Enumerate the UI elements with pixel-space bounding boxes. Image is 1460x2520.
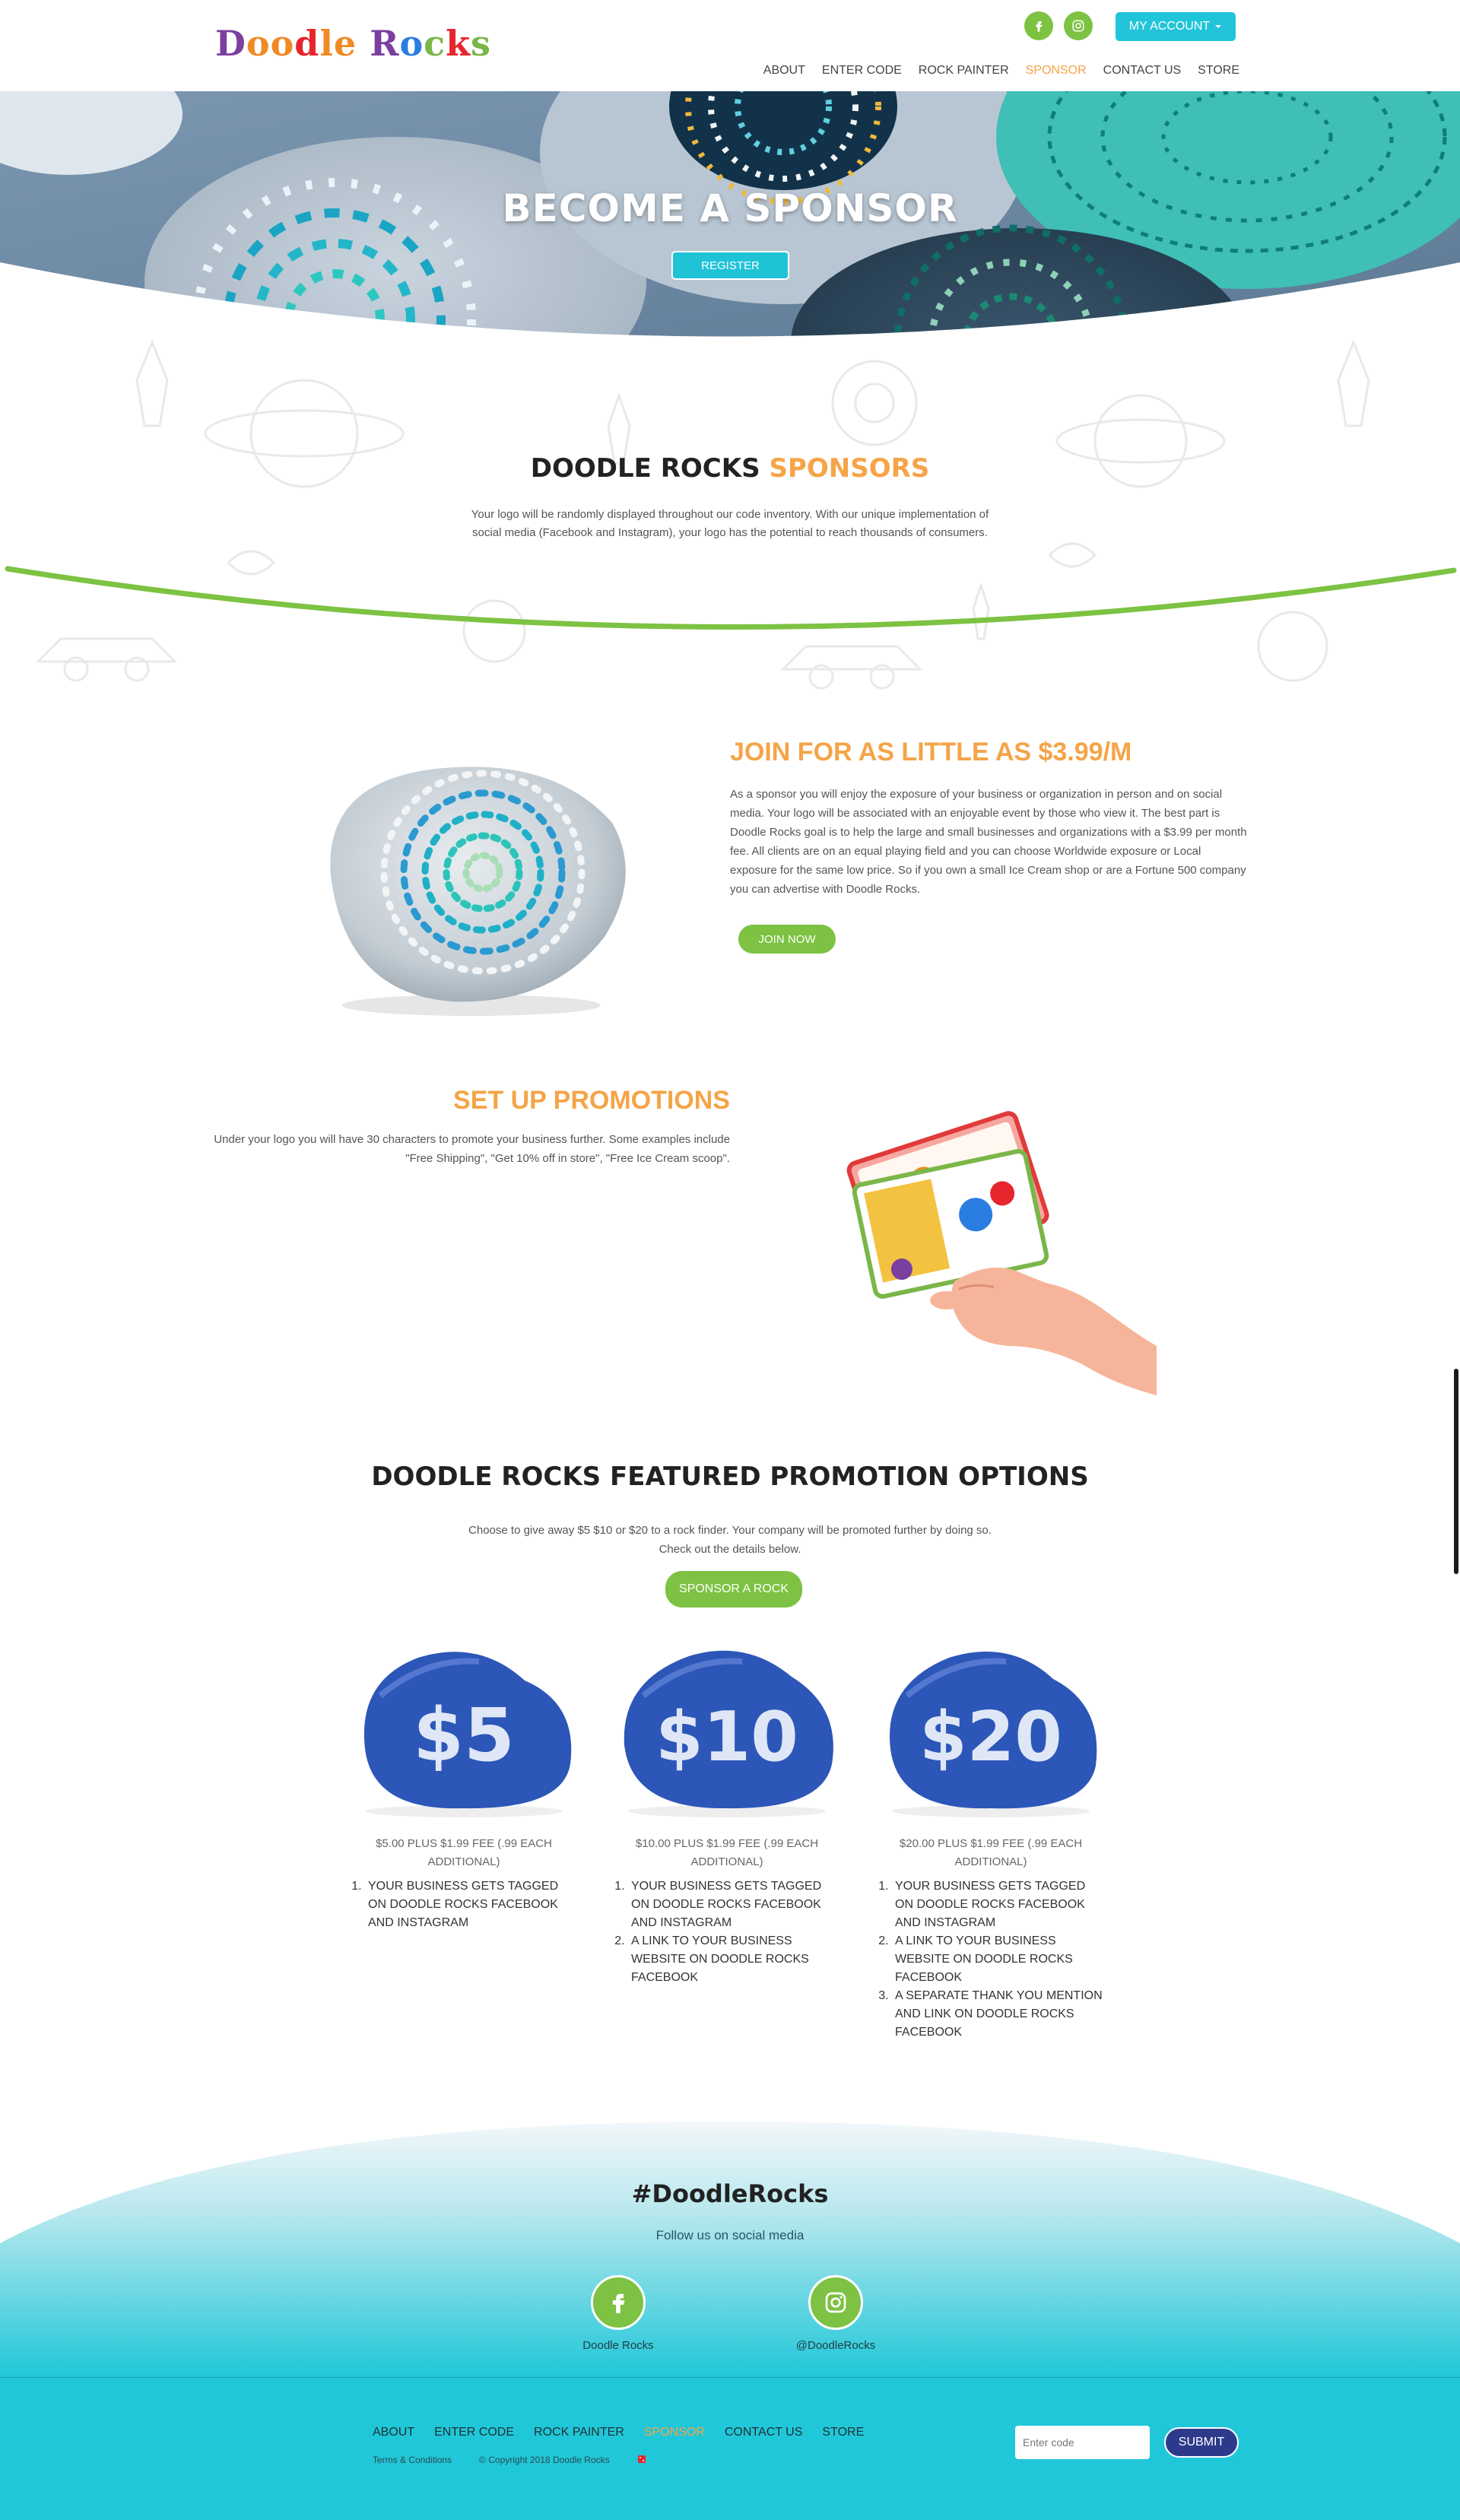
option-20-benefit: A LINK TO YOUR BUSINESS WEBSITE ON DOODL… <box>892 1932 1105 1987</box>
hand-holding-cards-image <box>846 1111 1157 1395</box>
option-10: $10 $10.00 PLUS $1.99 FEE (.99 EACH ADDI… <box>613 1635 841 1987</box>
footer-nav-store[interactable]: STORE <box>822 2426 864 2439</box>
site-header: Doodle Rocks MY ACCOUNT ABOUT ENTER CODE… <box>0 0 1460 91</box>
rock-10-label: $10 <box>655 1697 798 1777</box>
footer-legal: Terms & Conditions © Copyright 2018 Dood… <box>373 2455 646 2466</box>
dotted-mandala-rock-image <box>330 766 626 1016</box>
footer-nav-rock-painter[interactable]: ROCK PAINTER <box>534 2426 624 2439</box>
join-title: JOIN FOR AS LITTLE AS $3.99/M <box>730 738 1132 766</box>
facebook-caption: Doodle Rocks <box>582 2339 654 2352</box>
instagram-icon[interactable] <box>1064 11 1093 40</box>
option-20-benefits: YOUR BUSINESS GETS TAGGED ON DOODLE ROCK… <box>877 1877 1105 2042</box>
option-20: $20 $20.00 PLUS $1.99 FEE (.99 EACH ADDI… <box>877 1635 1105 2042</box>
terms-link[interactable]: Terms & Conditions <box>373 2455 452 2466</box>
nav-rock-painter[interactable]: ROCK PAINTER <box>919 64 1009 78</box>
my-account-button[interactable]: MY ACCOUNT <box>1116 12 1236 41</box>
facebook-icon[interactable] <box>591 2275 646 2330</box>
rock-5-label: $5 <box>413 1693 515 1778</box>
join-now-button[interactable]: JOIN NOW <box>738 925 836 954</box>
option-5-benefits: YOUR BUSINESS GETS TAGGED ON DOODLE ROCK… <box>350 1877 578 1932</box>
header-social-links <box>1024 11 1093 40</box>
register-button[interactable]: REGISTER <box>671 251 789 280</box>
blue-rock-10-image: $10 <box>624 1650 833 1817</box>
option-10-benefit: YOUR BUSINESS GETS TAGGED ON DOODLE ROCK… <box>628 1877 841 1932</box>
nav-sponsor[interactable]: SPONSOR <box>1026 64 1087 78</box>
featured-text: Choose to give away $5 $10 or $20 to a r… <box>468 1524 992 1556</box>
facebook-icon[interactable] <box>1024 11 1053 40</box>
dice-icon <box>637 2455 646 2466</box>
nav-enter-code[interactable]: ENTER CODE <box>822 64 902 78</box>
footer-bar <box>0 2377 1460 2520</box>
blue-rock-20-image: $20 <box>889 1651 1097 1817</box>
instagram-caption: @DoodleRocks <box>795 2339 876 2352</box>
option-20-price: $20.00 PLUS $1.99 FEE (.99 EACH ADDITION… <box>899 1837 1083 1868</box>
footer-code-input[interactable] <box>1015 2426 1150 2459</box>
option-5-price: $5.00 PLUS $1.99 FEE (.99 EACH ADDITIONA… <box>376 1837 552 1868</box>
option-20-benefit: A SEPARATE THANK YOU MENTION AND LINK ON… <box>892 1987 1105 2042</box>
footer-nav-enter-code[interactable]: ENTER CODE <box>434 2426 514 2439</box>
footer-nav-contact-us[interactable]: CONTACT US <box>725 2426 803 2439</box>
follow-text: Follow us on social media <box>655 2228 805 2242</box>
hero-banner: BECOME A SPONSOR REGISTER <box>0 91 1460 357</box>
sponsors-title-part2: SPONSORS <box>769 453 930 484</box>
promotions-text: Under your logo you will have 30 charact… <box>214 1133 730 1165</box>
option-10-benefit: A LINK TO YOUR BUSINESS WEBSITE ON DOODL… <box>628 1932 841 1987</box>
hero-title: BECOME A SPONSOR <box>502 186 958 230</box>
my-account-label: MY ACCOUNT <box>1128 20 1211 33</box>
sponsor-a-rock-button[interactable]: SPONSOR A ROCK <box>665 1571 802 1608</box>
option-10-price: $10.00 PLUS $1.99 FEE (.99 EACH ADDITION… <box>635 1837 819 1868</box>
main-nav: ABOUT ENTER CODE ROCK PAINTER SPONSOR CO… <box>763 64 1239 78</box>
footer-facebook-link[interactable]: Doodle Rocks <box>542 2275 694 2352</box>
doodle-rocks-logo[interactable]: Doodle Rocks <box>215 23 491 64</box>
rock-20-label: $20 <box>919 1697 1062 1777</box>
blue-rock-5-image: $5 <box>363 1652 572 1817</box>
footer-cyan-wave <box>0 2122 1460 2377</box>
sponsors-title-part1: DOODLE ROCKS <box>530 453 760 484</box>
option-20-benefit: YOUR BUSINESS GETS TAGGED ON DOODLE ROCK… <box>892 1877 1105 1932</box>
instagram-icon[interactable] <box>808 2275 863 2330</box>
nav-store[interactable]: STORE <box>1198 64 1239 78</box>
promotions-title: SET UP PROMOTIONS <box>453 1086 730 1115</box>
footer-nav: ABOUT ENTER CODE ROCK PAINTER SPONSOR CO… <box>373 2426 864 2439</box>
green-divider-wave <box>5 566 1457 630</box>
option-10-benefits: YOUR BUSINESS GETS TAGGED ON DOODLE ROCK… <box>613 1877 841 1987</box>
sponsors-title: DOODLE ROCKS SPONSORS <box>0 453 1460 484</box>
footer-nav-about[interactable]: ABOUT <box>373 2426 414 2439</box>
sponsors-intro-text: Your logo will be randomly displayed thr… <box>471 508 989 539</box>
chevron-down-icon <box>1214 20 1222 33</box>
page-scrollbar-thumb[interactable] <box>1454 1369 1458 1574</box>
option-5-benefit: YOUR BUSINESS GETS TAGGED ON DOODLE ROCK… <box>365 1877 578 1932</box>
featured-title: DOODLE ROCKS FEATURED PROMOTION OPTIONS <box>371 1462 1089 1492</box>
option-5: $5 $5.00 PLUS $1.99 FEE (.99 EACH ADDITI… <box>350 1635 578 1932</box>
hashtag-title: #DoodleRocks <box>631 2179 829 2208</box>
footer-submit-button[interactable]: SUBMIT <box>1164 2427 1239 2458</box>
nav-about[interactable]: ABOUT <box>763 64 805 78</box>
footer-instagram-link[interactable]: @DoodleRocks <box>760 2275 912 2352</box>
footer-nav-sponsor[interactable]: SPONSOR <box>644 2426 705 2439</box>
nav-contact-us[interactable]: CONTACT US <box>1103 64 1182 78</box>
copyright-text: © Copyright 2018 Doodle Rocks <box>479 2455 610 2465</box>
join-text: As a sponsor you will enjoy the exposure… <box>730 788 1247 896</box>
